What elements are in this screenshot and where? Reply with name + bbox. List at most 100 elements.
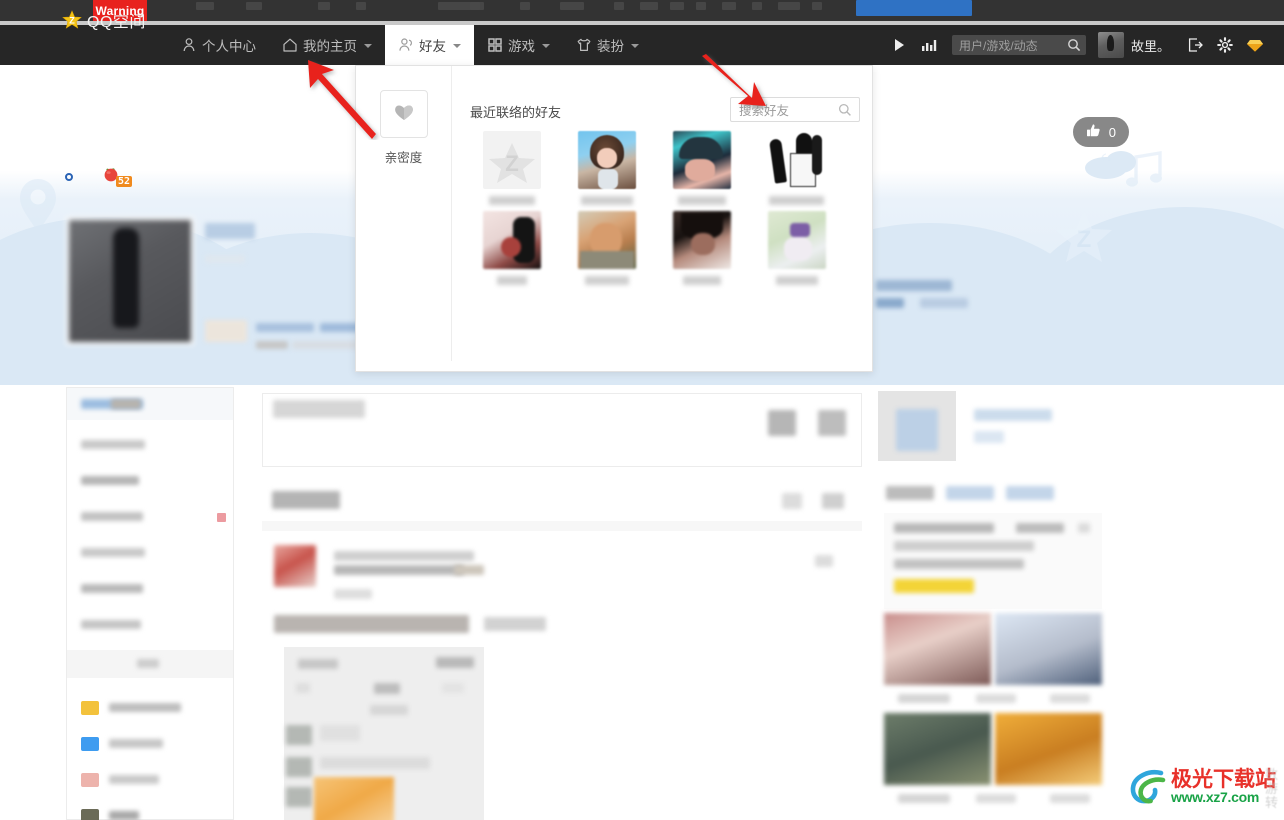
nav-item-friends[interactable]: 好友 <box>385 25 474 65</box>
friend-avatar <box>767 211 826 269</box>
post-shared-card[interactable] <box>284 647 484 820</box>
like-button[interactable]: 0 <box>1072 117 1129 147</box>
profile-nickname-blurred <box>205 223 255 239</box>
feed-filter-row[interactable] <box>262 483 862 517</box>
friend-avatar <box>767 131 826 189</box>
navbar-right-tools: 用户/游戏/动态 故里。 <box>884 25 1284 65</box>
tomato-count-badge: 52 <box>116 176 133 187</box>
sidebar-item[interactable] <box>67 576 233 604</box>
right-sidebar <box>876 387 1104 820</box>
post-body-blurred <box>274 615 469 633</box>
nav-item-personal-center[interactable]: 个人中心 <box>168 25 269 65</box>
annotation-arrow-search-friends <box>700 52 770 117</box>
chevron-down-icon <box>542 44 550 48</box>
svg-text:Z: Z <box>69 15 75 25</box>
nav-item-label: 好友 <box>419 39 446 54</box>
intimacy-label: 亲密度 <box>384 151 423 165</box>
global-search-box[interactable]: 用户/游戏/动态 <box>951 35 1086 55</box>
nav-item-decorate[interactable]: 装扮 <box>563 25 652 65</box>
right-caption-row <box>884 691 1102 707</box>
qzone-logo[interactable]: Z QQ空间 <box>62 8 146 32</box>
right-photo-row[interactable] <box>884 613 1102 685</box>
post-action-blurred[interactable] <box>815 555 833 567</box>
chevron-down-icon <box>364 44 372 48</box>
person-icon <box>181 37 197 53</box>
sidebar-item[interactable] <box>67 612 233 640</box>
nav-item-label: 游戏 <box>508 39 535 54</box>
watermark-title: 极光下载站 <box>1171 767 1276 791</box>
sidebar-item[interactable] <box>67 540 233 568</box>
search-icon[interactable] <box>1067 38 1081 52</box>
diamond-icon[interactable] <box>1240 25 1270 65</box>
photo-thumbnail-blurred <box>884 713 991 785</box>
logo-text: QQ空间 <box>87 14 146 31</box>
unread-badge <box>217 513 226 522</box>
feed-post <box>262 537 862 820</box>
right-caption-row <box>884 791 1102 807</box>
friends-dropdown-panel: 亲密度 最近联络的好友 搜索好友 Z <box>355 65 873 372</box>
post-thumbnail-blurred <box>314 777 394 820</box>
browser-blue-button[interactable] <box>856 0 972 16</box>
composer-action-blurred[interactable] <box>818 410 846 436</box>
sidebar-item[interactable] <box>67 728 233 760</box>
gear-icon[interactable] <box>1210 25 1240 65</box>
friend-item[interactable]: Z <box>464 131 559 205</box>
logout-icon[interactable] <box>1180 25 1210 65</box>
svg-text:Z: Z <box>1077 226 1092 253</box>
friend-name-blurred <box>496 276 527 285</box>
bar-chart-icon[interactable] <box>914 25 944 65</box>
post-avatar-blurred[interactable] <box>274 545 316 587</box>
sidebar-item[interactable] <box>67 468 233 496</box>
watermark-ghost-text: 数 游 转 <box>1264 767 1278 810</box>
search-icon[interactable] <box>838 103 852 117</box>
friend-name-blurred <box>677 196 726 205</box>
sidebar-item[interactable] <box>67 764 233 796</box>
sidebar-item[interactable] <box>67 504 233 532</box>
tomato-icon[interactable]: 52 <box>100 165 133 189</box>
user-name[interactable]: 故里。 <box>1131 36 1170 55</box>
friend-item[interactable] <box>654 211 749 285</box>
friend-item[interactable] <box>749 131 844 205</box>
play-icon[interactable] <box>884 25 914 65</box>
sidebar-item[interactable] <box>67 692 233 724</box>
heart-icon <box>393 102 415 127</box>
composer-action-blurred[interactable] <box>768 410 796 436</box>
profile-photo[interactable] <box>66 217 194 345</box>
friend-item[interactable] <box>654 131 749 205</box>
post-time-blurred <box>334 589 372 599</box>
banner-star-decoration: Z <box>1054 209 1114 270</box>
friend-item[interactable] <box>749 211 844 285</box>
sidebar-item[interactable] <box>67 388 233 420</box>
site-watermark: 极光下载站 www.xz7.com 数 游 转 <box>1128 758 1278 814</box>
friend-item[interactable] <box>464 211 559 285</box>
friend-item[interactable] <box>559 211 654 285</box>
sidebar-item[interactable] <box>67 800 233 820</box>
right-text-block[interactable] <box>884 513 1102 609</box>
screenshot-root: Warning Z QQ空间 个人中心 我的主页 好友 游戏 装扮 用户/游戏/… <box>0 0 1284 820</box>
nav-item-games[interactable]: 游戏 <box>474 25 563 65</box>
friend-avatar <box>577 131 636 189</box>
photo-thumbnail-blurred <box>995 713 1102 785</box>
profile-meta-blurred <box>205 255 245 263</box>
dropdown-title: 最近联络的好友 <box>470 105 562 120</box>
avatar[interactable] <box>1097 32 1124 58</box>
sidebar-more-button[interactable] <box>67 650 233 678</box>
banner-right-text-blurred <box>876 298 904 308</box>
sidebar-item[interactable] <box>67 432 233 460</box>
friend-name-blurred <box>580 196 633 205</box>
right-photo-row[interactable] <box>884 713 1102 785</box>
svg-text:“: “ <box>1100 149 1113 180</box>
grid-icon <box>487 37 503 53</box>
banner-music-note-decoration: “ <box>1100 147 1174 204</box>
right-tabs[interactable] <box>876 479 1102 507</box>
watermark-logo-icon <box>1128 766 1168 806</box>
left-sidebar <box>66 387 234 820</box>
friend-name-blurred <box>775 276 818 285</box>
post-composer[interactable] <box>262 393 862 467</box>
profile-tag-blurred <box>256 341 288 349</box>
friend-item[interactable] <box>559 131 654 205</box>
friend-name-blurred <box>769 196 824 205</box>
banner-right-text-blurred <box>876 280 952 291</box>
right-profile-card[interactable] <box>876 391 1102 461</box>
intimacy-tile[interactable] <box>379 90 428 138</box>
